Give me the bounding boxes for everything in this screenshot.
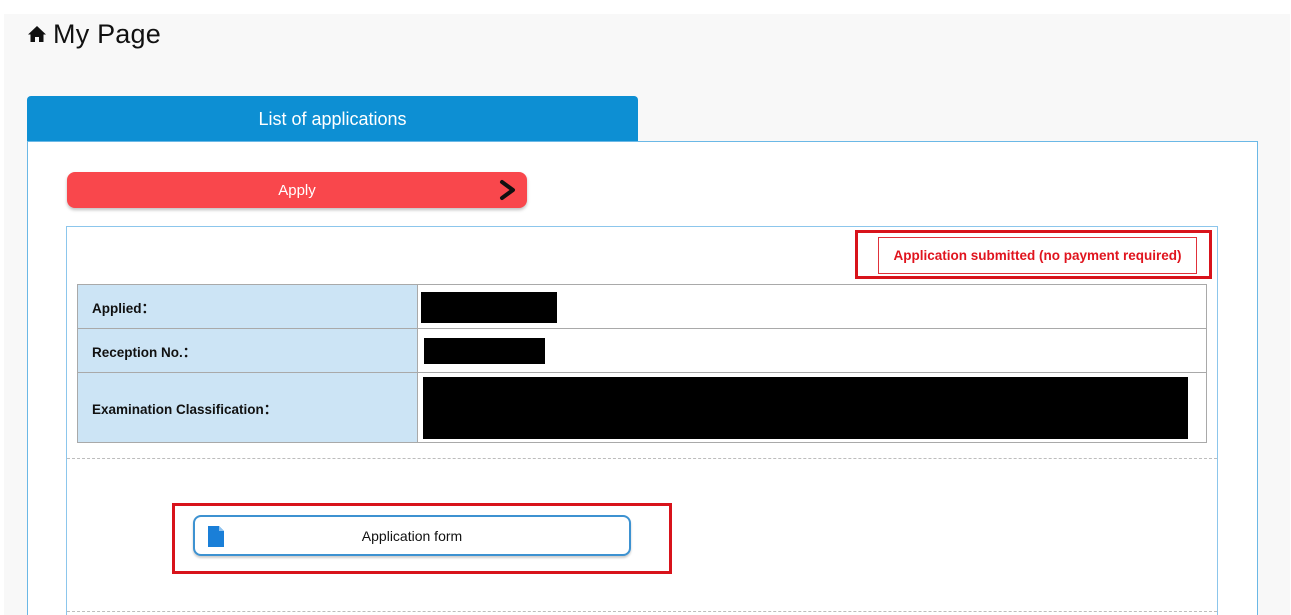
redacted-block <box>421 292 557 323</box>
page-title-text: My Page <box>53 18 161 49</box>
home-icon <box>28 26 46 42</box>
document-icon <box>208 526 224 547</box>
table-row: Reception No.： <box>77 328 1207 373</box>
divider <box>67 458 1217 459</box>
application-details-table: Applied： Reception No.： Examination Clas… <box>77 284 1207 443</box>
application-form-label: Application form <box>361 527 463 544</box>
redacted-block <box>424 338 545 364</box>
reception-no-label: Reception No.： <box>77 328 418 373</box>
status-badge: Application submitted (no payment requir… <box>878 237 1197 274</box>
application-form-button[interactable]: Application form <box>193 515 631 556</box>
redacted-block <box>423 377 1188 439</box>
applied-label: Applied： <box>77 284 418 329</box>
examination-classification-value <box>417 372 1207 443</box>
reception-no-value <box>417 328 1207 373</box>
apply-button[interactable]: Apply <box>67 172 527 208</box>
examination-classification-label: Examination Classification： <box>77 372 418 443</box>
tab-list-of-applications[interactable]: List of applications <box>27 96 638 142</box>
applied-value <box>417 284 1207 329</box>
page-title: My Page <box>27 18 161 50</box>
table-row: Applied： <box>77 284 1207 329</box>
divider <box>67 611 1217 612</box>
table-row: Examination Classification： <box>77 372 1207 443</box>
apply-button-label: Apply <box>278 181 316 199</box>
chevron-right-icon <box>500 180 515 200</box>
